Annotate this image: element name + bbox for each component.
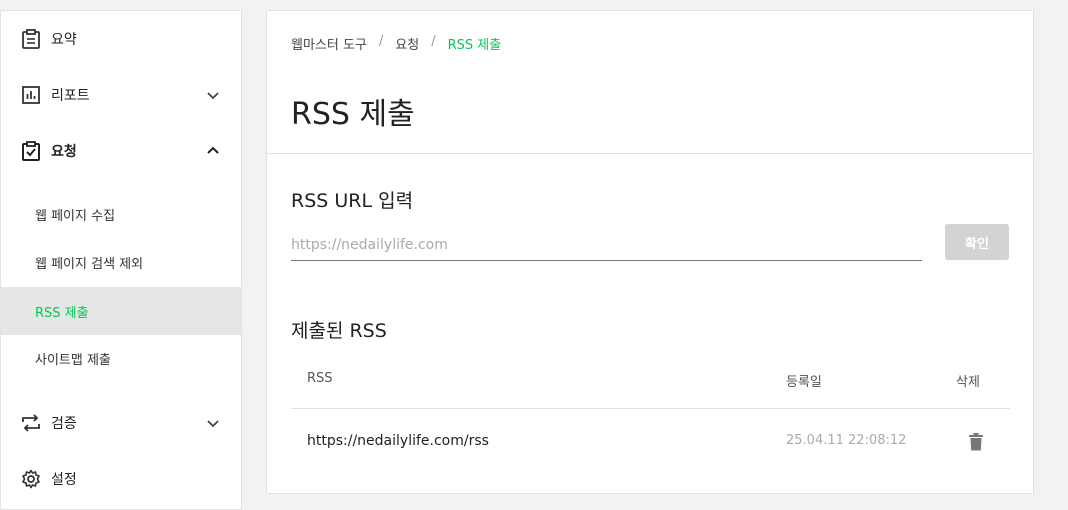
gear-icon: [21, 469, 41, 489]
breadcrumb-current: RSS 제출: [447, 38, 502, 53]
registered-date-cell: 25.04.11 22:08:12: [786, 433, 907, 448]
sub-item-web-page-exclude[interactable]: 웹 페이지 검색 제외: [1, 238, 241, 286]
rss-url-input-title: RSS URL 입력: [291, 190, 414, 212]
clipboard-icon: [21, 29, 41, 49]
chevron-down-icon: [205, 415, 221, 431]
trash-icon[interactable]: [968, 432, 984, 452]
nav-label-summary: 요약: [51, 32, 77, 48]
breadcrumb-webmaster-tools[interactable]: 웹마스터 도구: [291, 34, 367, 53]
sub-item-web-page-collect[interactable]: 웹 페이지 수집: [1, 190, 241, 238]
nav-label-request: 요청: [51, 144, 77, 160]
nav-item-verify[interactable]: 검증: [1, 395, 241, 451]
chevron-up-icon: [205, 143, 221, 159]
nav-item-settings[interactable]: 설정: [1, 451, 241, 507]
nav-label-settings: 설정: [51, 472, 77, 488]
main-panel: 웹마스터 도구 / 요청 / RSS 제출 RSS 제출 RSS URL 입력 …: [266, 10, 1034, 494]
breadcrumb-separator: /: [431, 34, 436, 49]
table-header-divider: [291, 408, 1010, 409]
breadcrumb: 웹마스터 도구 / 요청 / RSS 제출: [291, 34, 501, 53]
nav-item-request[interactable]: 요청: [1, 123, 241, 179]
bar-chart-icon: [21, 85, 41, 105]
column-header-delete: 삭제: [956, 375, 980, 390]
column-header-rss: RSS: [307, 371, 333, 386]
sub-item-sitemap-submit[interactable]: 사이트맵 제출: [1, 334, 241, 382]
breadcrumb-separator: /: [378, 34, 384, 49]
sub-item-label: 사이트맵 제출: [35, 352, 111, 368]
sub-item-label: 웹 페이지 수집: [35, 208, 116, 224]
breadcrumb-request[interactable]: 요청: [395, 34, 419, 53]
checklist-icon: [21, 141, 41, 161]
column-header-date: 등록일: [786, 375, 822, 390]
page-title: RSS 제출: [291, 97, 415, 132]
sub-item-label: 웹 페이지 검색 제외: [35, 256, 144, 272]
swap-arrows-icon: [21, 413, 41, 433]
nav-label-report: 리포트: [51, 88, 90, 104]
rss-url-input[interactable]: [291, 229, 922, 261]
nav-item-report[interactable]: 리포트: [1, 67, 241, 123]
sub-item-rss-submit[interactable]: RSS 제출: [1, 287, 241, 335]
sub-item-label: RSS 제출: [35, 305, 89, 321]
nav-label-verify: 검증: [51, 416, 77, 432]
nav-item-summary[interactable]: 요약: [1, 11, 241, 67]
chevron-down-icon: [205, 87, 221, 103]
submitted-rss-title: 제출된 RSS: [291, 320, 387, 342]
rss-url-cell: https://nedailylife.com/rss: [307, 433, 489, 449]
sidebar: 요약 리포트 요청 웹 페이지 수집 웹 페이지 검색 제외 RSS 제출 사이…: [0, 10, 242, 510]
confirm-button[interactable]: 확인: [945, 224, 1009, 260]
divider: [267, 153, 1033, 154]
